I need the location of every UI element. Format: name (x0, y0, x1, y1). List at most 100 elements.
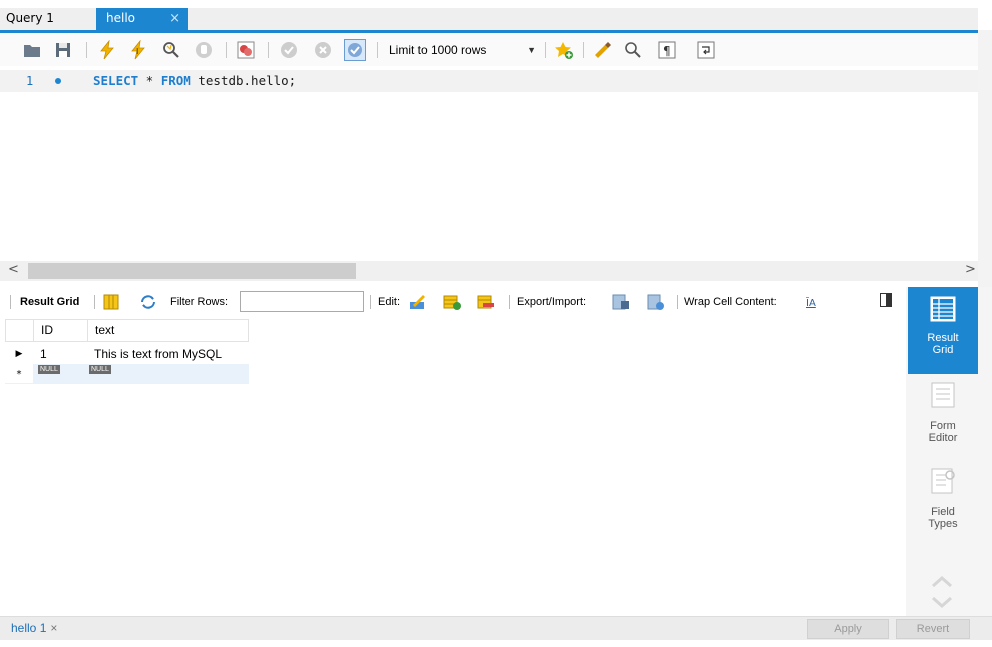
delete-row-icon[interactable] (477, 293, 495, 311)
sql-keyword: FROM (160, 73, 191, 88)
stop-icon[interactable] (193, 39, 215, 61)
sql-editor-toolbar: I Limit to 1000 rows ▼ ¶ (0, 34, 978, 66)
commit-icon[interactable] (278, 39, 300, 61)
sql-code-line[interactable]: SELECT * FROM testdb.hello; (93, 70, 296, 92)
autocommit-icon[interactable] (344, 39, 366, 61)
execute-icon[interactable] (96, 39, 118, 61)
chevron-down-icon: ▼ (527, 45, 536, 55)
result-grid-label-2: Grid (932, 344, 954, 356)
toolbar-separator (268, 42, 269, 58)
find-icon[interactable] (622, 39, 644, 61)
sql-keyword: SELECT (93, 73, 139, 88)
field-types-icon (931, 468, 955, 494)
table-row[interactable]: ▶ 1 This is text from MySQL (5, 345, 249, 364)
cell-id[interactable]: 1 (33, 345, 87, 364)
form-editor-button[interactable]: Form Editor (908, 380, 978, 452)
result-tab-label: hello 1 (11, 621, 47, 635)
cell-text[interactable]: This is text from MySQL (87, 345, 249, 364)
save-icon[interactable] (52, 39, 74, 61)
cell-text-null[interactable]: NULL (87, 364, 249, 383)
wrap-cell-content-label: Wrap Cell Content: (684, 296, 777, 308)
apply-button[interactable]: Apply (807, 619, 889, 639)
svg-text:¶: ¶ (663, 44, 671, 58)
form-editor-label-2: Editor (928, 432, 958, 444)
wrap-cell-icon[interactable]: ĪA (805, 293, 823, 311)
scroll-left-icon[interactable]: < (8, 262, 19, 277)
export-import-label: Export/Import: (517, 296, 587, 308)
wrap-lines-icon[interactable] (695, 39, 717, 61)
toolbar-separator (583, 42, 584, 58)
revert-button[interactable]: Revert (896, 619, 970, 639)
explain-icon[interactable] (160, 39, 182, 61)
import-icon[interactable] (647, 293, 665, 311)
toolbar-separator (94, 295, 95, 309)
limit-rows-select[interactable]: Limit to 1000 rows ▼ (382, 40, 542, 60)
form-editor-label-1: Form (930, 420, 956, 432)
column-header-text[interactable]: text (88, 320, 248, 341)
grid-header: ID text (5, 319, 249, 342)
field-types-label-1: Field (931, 506, 955, 518)
bottom-bar: hello 1 × Apply Revert (0, 616, 992, 640)
svg-text:I: I (136, 47, 138, 56)
add-snippet-icon[interactable] (553, 39, 575, 61)
right-gutter (978, 0, 992, 287)
filter-rows-input[interactable] (240, 291, 364, 312)
toolbar-separator (377, 42, 378, 58)
invisible-chars-icon[interactable]: ¶ (656, 39, 678, 61)
line-number: 1 (26, 74, 34, 88)
tab-query-1-label: Query 1 (6, 11, 54, 25)
result-grid-icon (930, 296, 956, 322)
toolbar-separator (86, 42, 87, 58)
result-toolbar: Result Grid Filter Rows: Edit: Export/Im… (0, 287, 906, 317)
tab-hello-label: hello (106, 11, 135, 25)
svg-text:ĪA: ĪA (806, 296, 816, 309)
field-types-label-2: Types (928, 518, 958, 530)
statement-marker-icon (55, 78, 61, 84)
beautify-icon[interactable] (592, 39, 614, 61)
tab-close-icon[interactable]: × (169, 8, 180, 29)
sql-token: * (138, 73, 161, 88)
scroll-right-icon[interactable]: > (965, 262, 976, 277)
result-side-panel: Result Grid Form Editor Field Types (906, 287, 992, 616)
result-grid-label[interactable]: Result Grid (20, 296, 79, 308)
panel-scroll-arrows-icon[interactable] (930, 572, 954, 612)
toolbar-separator (677, 295, 678, 309)
sql-editor[interactable]: 1 SELECT * FROM testdb.hello; (0, 66, 978, 261)
rollback-icon[interactable] (312, 39, 334, 61)
close-icon[interactable]: × (50, 621, 57, 635)
edit-label: Edit: (378, 296, 401, 308)
toolbar-separator (545, 42, 546, 58)
toggle-error-icon[interactable] (235, 39, 257, 61)
new-row[interactable]: * NULL NULL (5, 364, 249, 384)
new-row-marker: * (5, 364, 33, 383)
row-indicator-header (6, 320, 34, 341)
export-icon[interactable] (612, 293, 630, 311)
insert-row-icon[interactable] (443, 293, 461, 311)
column-toggle-icon[interactable] (102, 293, 120, 311)
form-editor-icon (931, 382, 955, 408)
result-grid-label-1: Result (927, 332, 959, 344)
execute-current-icon[interactable]: I (127, 39, 149, 61)
cell-id-null[interactable]: NULL (33, 364, 87, 383)
scrollbar-thumb[interactable] (28, 263, 356, 279)
tab-underline (0, 30, 978, 33)
null-badge: NULL (89, 365, 111, 374)
toggle-side-panel-icon[interactable] (880, 293, 892, 307)
field-types-button[interactable]: Field Types (908, 466, 978, 538)
result-tab-hello-1[interactable]: hello 1 × (11, 621, 57, 635)
edit-row-icon[interactable] (409, 293, 427, 311)
limit-rows-value: Limit to 1000 rows (389, 43, 487, 57)
filter-rows-label: Filter Rows: (170, 296, 229, 308)
toolbar-separator (370, 295, 371, 309)
tab-query-1[interactable]: Query 1 (0, 8, 86, 30)
open-folder-icon[interactable] (21, 39, 43, 61)
toolbar-separator (10, 295, 11, 309)
tab-hello[interactable]: hello × (96, 8, 188, 30)
horizontal-scrollbar[interactable]: < > (0, 261, 978, 281)
result-grid-button[interactable]: Result Grid (908, 287, 978, 374)
toolbar-separator (226, 42, 227, 58)
sql-token: testdb.hello; (190, 73, 297, 88)
refresh-icon[interactable] (139, 293, 157, 311)
column-header-id[interactable]: ID (34, 320, 88, 341)
current-row-icon: ▶ (15, 349, 23, 359)
